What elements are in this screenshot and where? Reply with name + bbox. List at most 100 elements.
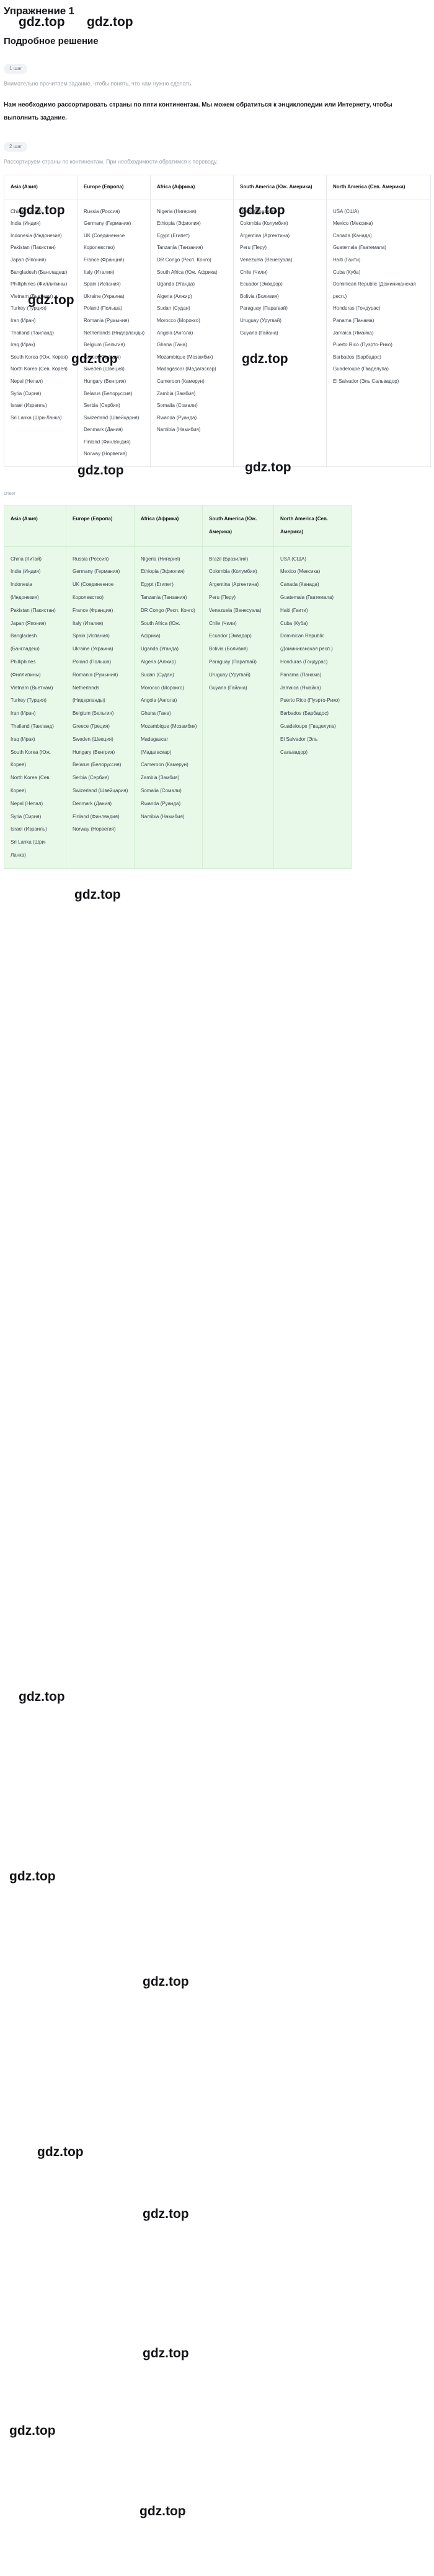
watermark: gdz.top	[74, 888, 121, 902]
country-item: Romania (Румыния)	[73, 671, 118, 678]
country-item: Syria (Сирия)	[11, 813, 42, 819]
cell-africa: Nigeria (Нигерия) Ethiopia (Эфиопия) Egypt…	[150, 198, 234, 468]
country-item: Puerto Rico (Пуэрто-Рико)	[280, 697, 340, 704]
country-item: Poland (Польша)	[73, 659, 112, 665]
country-item: South Korea (Юж. Корея)	[11, 749, 51, 768]
country-item: Cameroon (Камерун)	[157, 378, 205, 384]
watermark: gdz.top	[9, 2424, 56, 2438]
country-item: Pakistan (Пакистан)	[11, 245, 56, 251]
country-item: Cameroon (Камерун)	[141, 762, 188, 768]
watermark: gdz.top	[140, 2504, 186, 2518]
country-item: Guadeloupe (Гваделупа)	[333, 366, 389, 372]
country-item: Philliphines (Филлипины)	[11, 659, 41, 678]
country-item: Syria (Сирия)	[11, 390, 42, 396]
country-item: Pakistan (Пакистан)	[11, 607, 56, 613]
country-item: Dominican Republic (Доминиканская респ.)	[333, 281, 416, 299]
country-item: South Africa (Юж. Африка)	[157, 269, 218, 275]
country-item: Sri Lanka (Шри-Ланка)	[11, 414, 62, 421]
country-item: Swizerland (Швейцария)	[73, 788, 128, 793]
country-item: Iran (Иран)	[11, 317, 36, 323]
country-item: Serbia (Сербия)	[84, 403, 120, 409]
country-item: Jamaica (Ямайка)	[280, 684, 321, 691]
country-item: Russia (Россия)	[73, 556, 109, 562]
country-item: Belarus (Белоруссия)	[73, 762, 122, 768]
country-item: Zambia (Замбия)	[157, 390, 196, 396]
country-item: Israel (Израиль)	[11, 826, 47, 832]
country-item: Greece (Греция)	[84, 354, 121, 360]
country-item: Sweden (Швеция)	[84, 366, 125, 372]
country-item: Netherlands (Нидерланды)	[73, 684, 105, 704]
country-item: Turkey (Турция)	[11, 305, 46, 312]
country-item: Guadeloupe (Гваделупа)	[280, 723, 336, 730]
country-item: Vietnam (Вьетнам)	[11, 684, 53, 691]
country-item: Guatemala (Гватемала)	[280, 595, 334, 601]
country-item: Italy (Италия)	[73, 620, 104, 626]
country-item: Belarus (Белоруссия)	[84, 390, 133, 396]
country-item: Sudan (Судан)	[157, 305, 190, 312]
country-item: Japan (Япония)	[11, 256, 46, 263]
country-item: Peru (Перу)	[209, 595, 236, 601]
country-item: Ethiopia (Эфиопия)	[157, 220, 201, 227]
country-item: South Africa (Юж. Африка)	[141, 620, 180, 639]
country-item: Poland (Польша)	[84, 305, 123, 312]
countries-table: Asia (Азия) Europe (Европа) Africa (Афри…	[4, 175, 431, 468]
country-item: Ecuador (Эквадор)	[209, 633, 252, 639]
country-item: Mexico (Мексика)	[280, 569, 321, 575]
column-header-asia: Asia (Азия)	[4, 175, 78, 199]
country-item: Colombia (Колумбия)	[209, 569, 257, 575]
watermark: gdz.top	[19, 1690, 65, 1704]
country-item: Nepal (Непал)	[11, 378, 43, 384]
country-item: Algeria (Алжир)	[157, 293, 192, 299]
country-item: Madagascar (Мадагаскар)	[157, 366, 216, 372]
country-item: China (Китай)	[11, 208, 42, 214]
table-row: China (Китай) India (Индия) Indonesia (Инд…	[4, 198, 431, 468]
country-item: France (Франция)	[73, 607, 113, 613]
solution-heading: Подробное решение	[4, 36, 99, 46]
country-item: Hungary (Венгрия)	[84, 378, 126, 384]
country-item: Madagascar (Мадагаскар)	[141, 736, 172, 755]
answer-table-row: China (Китай) India (Индия) Indonesia (Инд…	[4, 546, 352, 869]
solution-page: Упражнение 1 Подробное решение 1 шаг Вни…	[0, 5, 434, 2518]
answer-label: Ответ	[4, 492, 16, 497]
country-item: Mozambique (Мозамбик)	[141, 723, 197, 730]
country-item: Sweden (Швеция)	[73, 736, 113, 742]
country-item: Namibia (Намибия)	[141, 813, 185, 819]
country-item: India (Индия)	[11, 220, 41, 227]
country-item: Panama (Панама)	[280, 671, 322, 678]
country-item: Nepal (Непал)	[11, 800, 43, 806]
country-item: Rwanda (Руанда)	[141, 800, 181, 806]
answer-cell-asia: China (Китай) India (Индия) Indonesia (Инд…	[4, 546, 66, 869]
country-item: Japan (Япония)	[11, 620, 46, 626]
answer-table-header-row: Asia (Азия) Europe (Европа) Africa (Афри…	[4, 505, 352, 547]
answer-column-header-south-america: South America (Юж. Америка)	[202, 505, 274, 547]
country-item: Honduras (Гондурас)	[280, 659, 328, 665]
country-item: Peru (Перу)	[240, 245, 267, 251]
country-item: Canada (Канада)	[280, 582, 319, 588]
country-item: Uganda (Уганда)	[157, 281, 195, 287]
watermark: gdz.top	[37, 2145, 84, 2159]
country-item: Angola (Ангола)	[157, 330, 193, 336]
answer-column-header-africa: Africa (Африка)	[134, 505, 203, 547]
cell-europe: Russia (Россия) Germany (Германия) UK (Сое…	[77, 198, 151, 468]
answer-column-header-europe: Europe (Европа)	[66, 505, 135, 547]
country-item: Dominican Republic (Доминиканская респ.)	[280, 633, 333, 652]
country-item: Ghana (Гана)	[141, 710, 171, 717]
step-badge-1: 1 шаг	[4, 64, 28, 74]
country-item: Ethiopia (Эфиопия)	[141, 569, 185, 575]
step-1-hint: Внимательно прочитаем задание, чтобы пон…	[4, 81, 193, 87]
step-2: 2 шаг Рассортируем страны по континентам…	[0, 124, 434, 167]
country-item: Netherlands (Нидерланды)	[84, 330, 145, 336]
country-item: Bolivia (Боливия)	[240, 293, 279, 299]
answer-column-header-north-america: North America (Сев. Америка)	[273, 505, 352, 547]
country-item: Cuba (Куба)	[280, 620, 308, 626]
watermark: gdz.top	[143, 2346, 189, 2360]
country-item: Barbados (Барбадос)	[280, 710, 329, 717]
country-item: Chile (Чили)	[240, 269, 268, 275]
country-item: Paraguay (Парагвай)	[209, 659, 257, 665]
country-item: Finland (Финляндия)	[84, 439, 131, 445]
country-item: Venezuela (Венесуэла)	[240, 256, 293, 263]
country-item: Colombia (Колумбия)	[240, 220, 288, 227]
country-item: Morocco (Морокко)	[157, 317, 200, 323]
country-item: Ghana (Гана)	[157, 342, 187, 348]
country-item: Rwanda (Руанда)	[157, 414, 197, 421]
